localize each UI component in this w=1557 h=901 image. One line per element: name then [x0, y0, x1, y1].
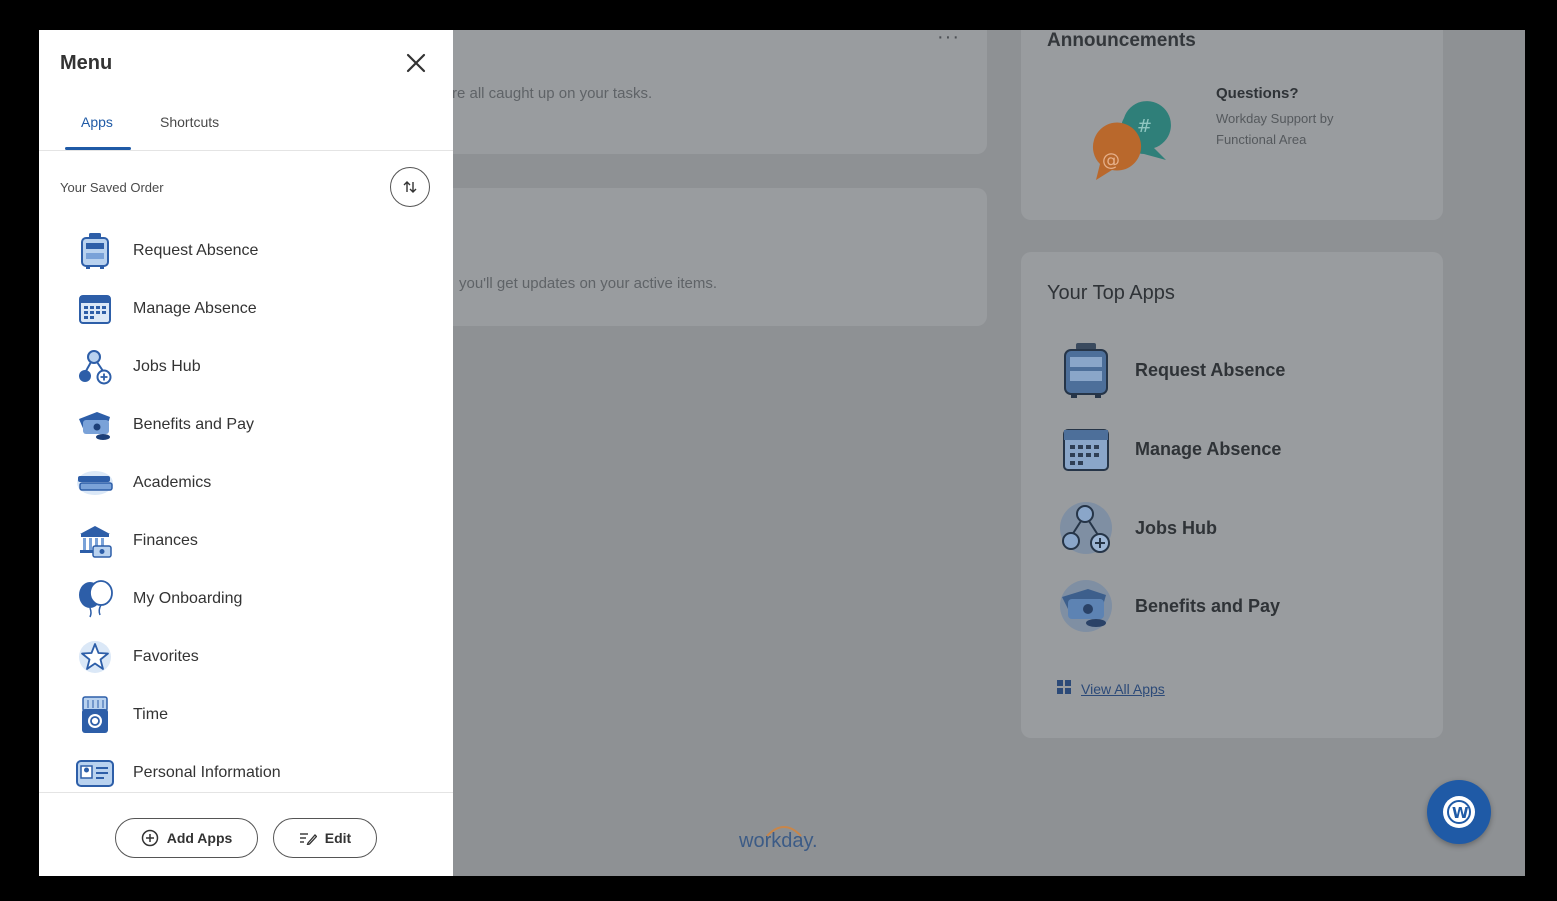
- assistant-button[interactable]: W: [1427, 780, 1491, 844]
- bank-icon: [75, 521, 115, 561]
- workday-logo: workday.: [739, 826, 818, 853]
- app-item-label: Time: [133, 706, 168, 723]
- app-item-benefits-and-pay[interactable]: Benefits and Pay: [39, 396, 453, 454]
- updates-card: [419, 188, 987, 326]
- top-app-label: Benefits and Pay: [1135, 595, 1281, 616]
- suitcase-icon: [1057, 341, 1115, 399]
- svg-text:#: #: [1137, 116, 1152, 137]
- star-icon: [75, 637, 115, 677]
- view-all-apps-link[interactable]: View All Apps: [1057, 680, 1165, 697]
- tab-shortcuts[interactable]: Shortcuts: [160, 114, 219, 130]
- app-item-label: Personal Information: [133, 764, 281, 781]
- app-item-label: Academics: [133, 474, 212, 491]
- announcement-subtitle: Workday Support by Functional Area: [1216, 111, 1334, 147]
- add-apps-label: Add Apps: [166, 830, 233, 846]
- tab-apps[interactable]: Apps: [81, 114, 113, 130]
- edit-list-icon: [299, 831, 317, 845]
- view-all-apps-label: View All Apps: [1081, 680, 1165, 697]
- edit-label: Edit: [324, 830, 352, 846]
- top-app-jobs-hub[interactable]: Jobs Hub: [1057, 498, 1417, 558]
- top-app-label: Request Absence: [1135, 359, 1286, 380]
- app-item-label: Jobs Hub: [133, 358, 201, 375]
- top-app-benefits-and-pay[interactable]: Benefits and Pay: [1057, 576, 1417, 636]
- menu-panel: Menu Apps Shortcuts Your Saved Order Req…: [39, 30, 453, 876]
- app-item-manage-absence[interactable]: Manage Absence: [39, 280, 453, 338]
- wallet-icon: [1057, 577, 1115, 635]
- edit-button[interactable]: Edit: [273, 818, 377, 858]
- top-app-request-absence[interactable]: Request Absence: [1057, 340, 1417, 400]
- app-frame: re all caught up on your tasks. ··· you'…: [39, 30, 1525, 876]
- active-tab-indicator: [65, 147, 131, 150]
- chat-bubbles-icon[interactable]: # @: [1064, 88, 1174, 193]
- add-apps-button[interactable]: Add Apps: [115, 818, 258, 858]
- books-icon: [75, 463, 115, 503]
- app-item-label: My Onboarding: [133, 590, 243, 607]
- app-item-time[interactable]: Time: [39, 686, 453, 744]
- announcements-title: Announcements: [1047, 30, 1196, 51]
- app-item-label: Manage Absence: [133, 300, 257, 317]
- sort-arrows-icon: [403, 181, 417, 193]
- top-apps-card: [1021, 252, 1443, 738]
- app-item-label: Finances: [133, 532, 198, 549]
- app-item-label: Request Absence: [133, 242, 259, 259]
- top-app-label: Manage Absence: [1135, 438, 1282, 459]
- menu-title: Menu: [60, 52, 113, 74]
- more-options-icon[interactable]: ···: [937, 30, 960, 49]
- app-item-my-onboarding[interactable]: My Onboarding: [39, 570, 453, 628]
- reorder-button[interactable]: [390, 167, 430, 207]
- app-item-request-absence[interactable]: Request Absence: [39, 222, 453, 280]
- wallet-icon: [75, 405, 115, 445]
- plus-circle-icon: [141, 829, 159, 847]
- top-app-manage-absence[interactable]: Manage Absence: [1057, 419, 1417, 479]
- svg-text:@: @: [1102, 150, 1120, 171]
- calendar-icon: [1057, 420, 1115, 478]
- id-card-icon: [75, 753, 115, 793]
- close-menu-button[interactable]: [403, 50, 429, 76]
- org-chart-icon: [1057, 499, 1115, 557]
- app-item-label: Benefits and Pay: [133, 416, 254, 433]
- app-item-favorites[interactable]: Favorites: [39, 628, 453, 686]
- app-list: Request Absence Manage Absence Jobs Hub …: [39, 222, 453, 802]
- top-app-label: Jobs Hub: [1135, 517, 1218, 538]
- balloons-icon: [75, 579, 115, 619]
- menu-tabs: Apps Shortcuts: [39, 102, 453, 151]
- saved-order-label: Your Saved Order: [60, 180, 164, 195]
- suitcase-icon: [75, 231, 115, 271]
- tasks-text: re all caught up on your tasks.: [452, 85, 653, 102]
- close-icon: [406, 53, 426, 73]
- app-item-jobs-hub[interactable]: Jobs Hub: [39, 338, 453, 396]
- app-item-finances[interactable]: Finances: [39, 512, 453, 570]
- updates-text: you'll get updates on your active items.: [459, 275, 718, 292]
- app-item-label: Favorites: [133, 648, 199, 665]
- grid-icon: [1057, 680, 1071, 697]
- top-apps-title: Your Top Apps: [1047, 282, 1175, 304]
- calendar-icon: [75, 289, 115, 329]
- time-clock-icon: [75, 695, 115, 735]
- app-item-academics[interactable]: Academics: [39, 454, 453, 512]
- org-chart-icon: [75, 347, 115, 387]
- menu-footer: Add Apps Edit: [39, 792, 453, 876]
- svg-text:W: W: [1452, 804, 1469, 822]
- assistant-icon: W: [1443, 796, 1475, 828]
- announcement-title[interactable]: Questions?: [1216, 85, 1299, 102]
